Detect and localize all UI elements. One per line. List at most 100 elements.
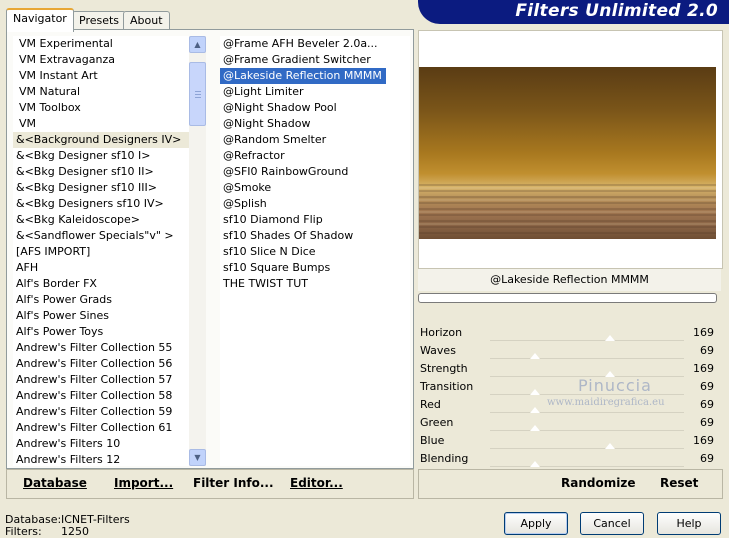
filter-item[interactable]: @Frame Gradient Switcher — [220, 52, 371, 68]
param-slider[interactable]: Blue 169 — [418, 432, 718, 450]
param-value: 169 — [693, 326, 714, 339]
slider-thumb[interactable] — [529, 461, 540, 467]
slider-thumb[interactable] — [529, 407, 540, 413]
slider-track[interactable] — [490, 412, 684, 413]
slider-track[interactable] — [490, 430, 684, 431]
category-scrollbar[interactable]: ▲ ▼ — [189, 36, 206, 466]
slider-track[interactable] — [490, 340, 684, 341]
slider-thumb[interactable] — [529, 389, 540, 395]
filter-item[interactable]: THE TWIST TUT — [220, 276, 308, 292]
param-value: 169 — [693, 434, 714, 447]
watermark-name: Pinuccia — [578, 376, 652, 395]
category-item[interactable]: AFH — [13, 260, 189, 276]
filter-item[interactable]: @SFI0 RainbowGround — [220, 164, 348, 180]
param-slider[interactable]: Horizon 169 — [418, 324, 718, 342]
category-item[interactable]: Andrew's Filter Collection 58 — [13, 388, 189, 404]
category-item[interactable]: Andrew's Filter Collection 55 — [13, 340, 189, 356]
category-item[interactable]: Alf's Power Sines — [13, 308, 189, 324]
import-button[interactable]: Import... — [114, 476, 173, 490]
cancel-button[interactable]: Cancel — [580, 512, 644, 535]
category-item[interactable]: VM Instant Art — [13, 68, 189, 84]
category-item[interactable]: Andrew's Filters 10 — [13, 436, 189, 452]
category-item[interactable]: Alf's Power Toys — [13, 324, 189, 340]
category-item[interactable]: VM Natural — [13, 84, 189, 100]
filter-item[interactable]: @Smoke — [220, 180, 271, 196]
filter-list[interactable]: @Frame AFH Beveler 2.0a... @Frame Gradien… — [220, 36, 410, 466]
filter-item[interactable]: sf10 Shades Of Shadow — [220, 228, 353, 244]
app-title: Filters Unlimited 2.0 — [515, 1, 718, 21]
param-value: 69 — [700, 380, 714, 393]
parameter-sliders: Horizon 169 Waves 69 Strength 169 Transition 69… — [418, 324, 718, 468]
param-slider[interactable]: Transition 69 — [418, 378, 718, 396]
slider-track[interactable] — [490, 358, 684, 359]
randomize-button[interactable]: Randomize — [561, 476, 635, 490]
category-item[interactable]: VM Extravaganza — [13, 52, 189, 68]
category-item[interactable]: &<Bkg Designer sf10 I> — [13, 148, 189, 164]
tab-navigator[interactable]: Navigator — [6, 8, 74, 32]
param-label: Horizon — [420, 326, 463, 339]
filters-label: Filters: — [5, 525, 42, 538]
filter-item[interactable]: @Light Limiter — [220, 84, 304, 100]
editor-button[interactable]: Editor... — [290, 476, 343, 490]
category-item[interactable]: VM — [13, 116, 189, 132]
filter-item[interactable]: @Lakeside Reflection MMMM — [220, 68, 386, 84]
filter-item[interactable]: @Night Shadow Pool — [220, 100, 337, 116]
category-item[interactable]: &<Bkg Designers sf10 IV> — [13, 196, 189, 212]
category-list[interactable]: VM Experimental VM Extravaganza VM Instant… — [13, 36, 189, 466]
param-slider[interactable]: Blending 69 — [418, 450, 718, 468]
category-item[interactable]: Alf's Border FX — [13, 276, 189, 292]
filter-item[interactable]: sf10 Square Bumps — [220, 260, 330, 276]
category-item[interactable]: [AFS IMPORT] — [13, 244, 189, 260]
param-slider[interactable]: Waves 69 — [418, 342, 718, 360]
reset-button[interactable]: Reset — [660, 476, 698, 490]
tab-about[interactable]: About — [123, 11, 170, 30]
slider-track[interactable] — [490, 466, 684, 467]
filter-item[interactable]: sf10 Diamond Flip — [220, 212, 323, 228]
slider-thumb[interactable] — [529, 353, 540, 359]
filter-info-button[interactable]: Filter Info... — [193, 476, 274, 490]
param-value: 69 — [700, 398, 714, 411]
category-item[interactable]: Andrew's Filters 12 — [13, 452, 189, 466]
category-item[interactable]: Andrew's Filter Collection 56 — [13, 356, 189, 372]
progress-bar — [418, 293, 717, 303]
filter-item[interactable]: @Random Smelter — [220, 132, 326, 148]
category-item[interactable]: VM Toolbox — [13, 100, 189, 116]
database-button[interactable]: Database — [23, 476, 87, 490]
scroll-thumb[interactable] — [189, 62, 206, 126]
filter-item[interactable]: sf10 Slice N Dice — [220, 244, 316, 260]
category-item[interactable]: &<Sandflower Specials"v" > — [13, 228, 189, 244]
apply-button[interactable]: Apply — [504, 512, 568, 535]
param-value: 69 — [700, 416, 714, 429]
filter-item[interactable]: @Refractor — [220, 148, 285, 164]
category-item[interactable]: Andrew's Filter Collection 59 — [13, 404, 189, 420]
filter-item[interactable]: @Splish — [220, 196, 267, 212]
param-label: Red — [420, 398, 441, 411]
watermark-site: www.maidiregrafica.eu — [547, 397, 665, 408]
param-label: Transition — [420, 380, 474, 393]
category-item[interactable]: &<Background Designers IV> — [13, 132, 189, 148]
param-slider[interactable]: Green 69 — [418, 414, 718, 432]
tab-presets[interactable]: Presets — [72, 11, 127, 30]
scroll-up-icon[interactable]: ▲ — [189, 36, 206, 53]
category-item[interactable]: VM Experimental — [13, 36, 189, 52]
title-banner: Filters Unlimited 2.0 — [418, 0, 729, 24]
preview-image — [419, 67, 716, 239]
param-label: Blending — [420, 452, 469, 465]
slider-thumb[interactable] — [605, 443, 616, 449]
category-item[interactable]: Alf's Power Grads — [13, 292, 189, 308]
category-item[interactable]: &<Bkg Designer sf10 II> — [13, 164, 189, 180]
scroll-down-icon[interactable]: ▼ — [189, 449, 206, 466]
param-slider[interactable]: Strength 169 — [418, 360, 718, 378]
slider-thumb[interactable] — [605, 335, 616, 341]
filter-item[interactable]: @Frame AFH Beveler 2.0a... — [220, 36, 378, 52]
slider-track[interactable] — [490, 448, 684, 449]
param-label: Green — [420, 416, 454, 429]
category-item[interactable]: Andrew's Filter Collection 61 — [13, 420, 189, 436]
category-item[interactable]: &<Bkg Kaleidoscope> — [13, 212, 189, 228]
slider-thumb[interactable] — [529, 425, 540, 431]
param-value: 169 — [693, 362, 714, 375]
help-button[interactable]: Help — [657, 512, 721, 535]
category-item[interactable]: &<Bkg Designer sf10 III> — [13, 180, 189, 196]
category-item[interactable]: Andrew's Filter Collection 57 — [13, 372, 189, 388]
filter-item[interactable]: @Night Shadow — [220, 116, 310, 132]
